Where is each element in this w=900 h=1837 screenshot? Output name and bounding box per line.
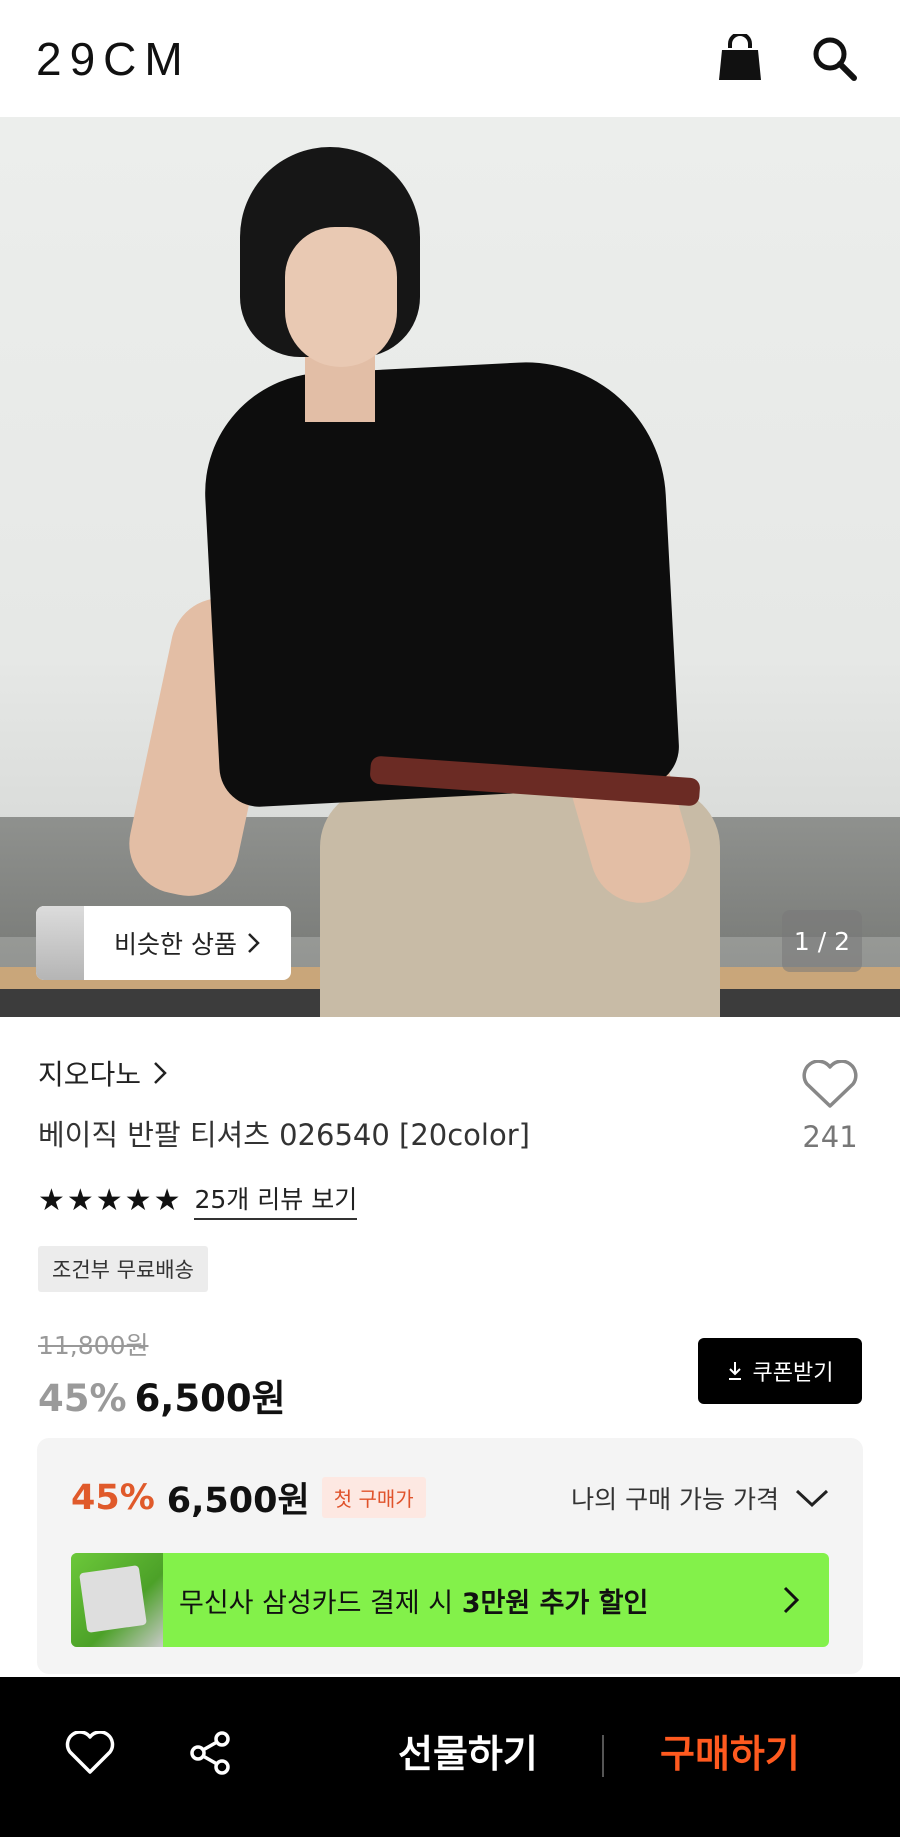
like-button[interactable]: 241 (790, 1059, 870, 1154)
rating-row: ★★★★★ 25개 리뷰 보기 (38, 1180, 358, 1220)
best-discount-rate: 45% (71, 1477, 155, 1518)
card-discount-banner[interactable]: 무신사 삼성카드 결제 시 3만원 추가 할인 (71, 1553, 829, 1647)
price-row: 45% 6,500원 (38, 1368, 286, 1422)
top-header: 29CM (0, 0, 900, 117)
shopping-bag-icon[interactable] (712, 30, 768, 86)
brand-name: 지오다노 (38, 1058, 142, 1091)
chevron-down-icon (795, 1489, 829, 1507)
brand-link[interactable]: 지오다노 (38, 1053, 167, 1093)
gift-button[interactable]: 선물하기 (398, 1723, 538, 1778)
heart-outline-icon (802, 1059, 858, 1108)
search-icon[interactable] (806, 30, 862, 86)
best-price-row: 45% 6,500원 첫 구매가 나의 구매 가능 가격 (71, 1472, 829, 1523)
similar-product-thumbnail (36, 906, 84, 980)
chevron-right-icon (154, 1062, 167, 1084)
product-image[interactable]: 비슷한 상품 1 / 2 (0, 117, 900, 1017)
download-icon (728, 1362, 741, 1380)
model-shirt (199, 355, 681, 809)
similar-products-button[interactable]: 비슷한 상품 (36, 906, 291, 980)
best-price: 6,500원 (166, 1481, 310, 1521)
wishlist-button[interactable] (60, 1723, 120, 1783)
card-promo-thumbnail (71, 1553, 163, 1647)
model-face (285, 227, 397, 367)
banner-text-bold: 3만원 추가 할인 (461, 1587, 649, 1619)
first-purchase-badge: 첫 구매가 (321, 1477, 426, 1518)
image-pager: 1 / 2 (782, 910, 862, 972)
like-count: 241 (802, 1120, 858, 1154)
coupon-button[interactable]: 쿠폰받기 (698, 1338, 862, 1404)
my-price-toggle[interactable]: 나의 구매 가능 가격 (571, 1480, 829, 1516)
star-rating-icon: ★★★★★ (38, 1182, 183, 1218)
banner-text-prefix: 무신사 삼성카드 결제 시 (179, 1587, 462, 1619)
review-link[interactable]: 25개 리뷰 보기 (194, 1180, 358, 1220)
original-price: 11,800원 (38, 1331, 149, 1360)
share-button[interactable] (180, 1723, 240, 1783)
my-price-label: 나의 구매 가능 가격 (571, 1484, 779, 1514)
best-price-panel: 45% 6,500원 첫 구매가 나의 구매 가능 가격 무신사 삼성카드 결제… (37, 1438, 863, 1674)
discount-rate: 45% (38, 1377, 127, 1420)
logo[interactable]: 29CM (36, 32, 191, 86)
divider (602, 1735, 604, 1777)
buy-button[interactable]: 구매하기 (660, 1723, 800, 1778)
sale-price: 6,500원 (134, 1377, 286, 1420)
chevron-right-icon (783, 1586, 799, 1614)
bottom-action-bar: 선물하기 구매하기 (0, 1677, 900, 1837)
banner-text: 무신사 삼성카드 결제 시 3만원 추가 할인 (179, 1581, 648, 1620)
chevron-right-icon (248, 933, 260, 953)
heart-outline-icon (65, 1731, 115, 1774)
shipping-badge: 조건부 무료배송 (38, 1246, 208, 1292)
share-icon (190, 1731, 230, 1775)
coupon-label: 쿠폰받기 (752, 1361, 834, 1386)
product-name: 베이직 반팔 티셔츠 026540 [20color] (38, 1118, 530, 1152)
similar-products-label: 비슷한 상품 (114, 930, 237, 959)
